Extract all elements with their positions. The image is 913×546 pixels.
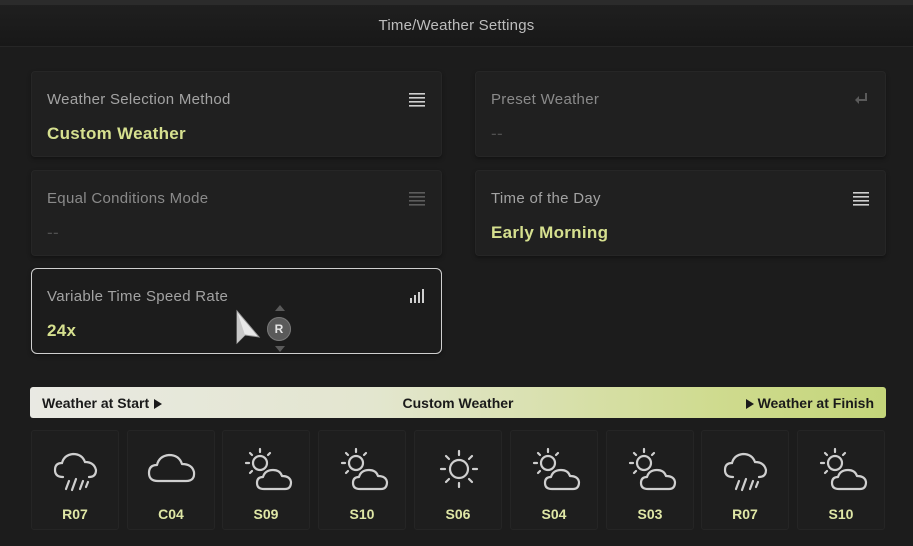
setting-value: -- bbox=[47, 223, 59, 242]
setting-value: 24x bbox=[47, 321, 77, 340]
decrease-arrow-icon[interactable] bbox=[275, 346, 285, 352]
weather-code: S03 bbox=[637, 506, 663, 522]
signal-bars-icon bbox=[410, 289, 424, 303]
preset-weather-setting[interactable]: Preset Weather -- bbox=[475, 71, 886, 157]
setting-value: Custom Weather bbox=[47, 124, 186, 143]
sun-cloud-icon bbox=[244, 447, 293, 491]
setting-label: Weather Selection Method bbox=[47, 91, 231, 108]
weather-slot[interactable]: R07 bbox=[31, 430, 119, 530]
weather-slot[interactable]: S09 bbox=[222, 430, 310, 530]
weather-code: C04 bbox=[158, 506, 184, 522]
sun-icon bbox=[439, 449, 479, 489]
setting-value: -- bbox=[491, 124, 503, 143]
weather-at-finish-label: Weather at Finish bbox=[745, 395, 874, 411]
play-arrow-icon bbox=[745, 399, 754, 409]
weather-timeline-bar: Weather at Start Custom Weather Weather … bbox=[30, 387, 886, 418]
cloud-icon bbox=[147, 453, 196, 483]
weather-code: R07 bbox=[732, 506, 758, 522]
weather-slot[interactable]: S10 bbox=[318, 430, 406, 530]
rain-icon bbox=[723, 452, 768, 492]
list-icon bbox=[853, 192, 869, 206]
weather-code: S09 bbox=[253, 506, 279, 522]
time-of-day-setting[interactable]: Time of the Day Early Morning bbox=[475, 170, 886, 256]
mouse-cursor-icon bbox=[236, 309, 261, 345]
list-icon bbox=[409, 192, 425, 206]
list-icon bbox=[409, 93, 425, 107]
r-button-badge: R bbox=[267, 317, 291, 341]
setting-value: Early Morning bbox=[491, 223, 609, 242]
weather-slot[interactable]: S06 bbox=[414, 430, 502, 530]
weather-code: S10 bbox=[828, 506, 854, 522]
weather-code: S06 bbox=[445, 506, 471, 522]
weather-selection-method-setting[interactable]: Weather Selection Method Custom Weather bbox=[31, 71, 442, 157]
setting-label: Variable Time Speed Rate bbox=[47, 288, 229, 305]
weather-code: S04 bbox=[541, 506, 567, 522]
setting-label: Equal Conditions Mode bbox=[47, 190, 209, 207]
settings-screen: Time/Weather Settings Weather Selection … bbox=[0, 0, 913, 546]
weather-slot[interactable]: S10 bbox=[797, 430, 885, 530]
setting-label: Time of the Day bbox=[491, 190, 601, 207]
sun-cloud-icon bbox=[340, 447, 389, 491]
rain-icon bbox=[53, 452, 98, 492]
weather-slot[interactable]: C04 bbox=[127, 430, 215, 530]
setting-label: Preset Weather bbox=[491, 91, 600, 108]
weather-code: R07 bbox=[62, 506, 88, 522]
sun-cloud-icon bbox=[819, 447, 868, 491]
weather-slot[interactable]: S04 bbox=[510, 430, 598, 530]
return-icon bbox=[855, 93, 867, 104]
weather-slot[interactable]: S03 bbox=[606, 430, 694, 530]
window-title: Time/Weather Settings bbox=[0, 0, 913, 47]
sun-cloud-icon bbox=[532, 447, 581, 491]
equal-conditions-mode-setting[interactable]: Equal Conditions Mode -- bbox=[31, 170, 442, 256]
weather-code: S10 bbox=[349, 506, 375, 522]
weather-slot[interactable]: R07 bbox=[701, 430, 789, 530]
increase-arrow-icon[interactable] bbox=[275, 305, 285, 311]
sun-cloud-icon bbox=[628, 447, 677, 491]
